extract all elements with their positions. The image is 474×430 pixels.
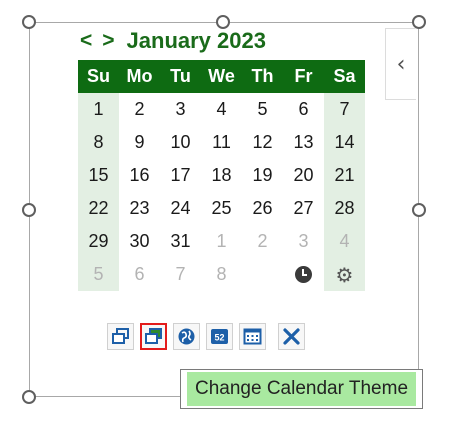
- empty-cell: [242, 258, 283, 291]
- weekday-header: Fr: [283, 60, 324, 93]
- week-number-icon: 52: [211, 329, 228, 344]
- day-cell[interactable]: 2: [119, 93, 160, 126]
- day-cell[interactable]: 27: [283, 192, 324, 225]
- day-cell[interactable]: 17: [160, 159, 201, 192]
- globe-button[interactable]: [173, 323, 200, 350]
- day-cell[interactable]: 26: [242, 192, 283, 225]
- weekday-header: Sa: [324, 60, 365, 93]
- day-cell[interactable]: 29: [78, 225, 119, 258]
- month-year-title: January 2023: [126, 28, 266, 53]
- weekday-header: Th: [242, 60, 283, 93]
- day-cell[interactable]: 13: [283, 126, 324, 159]
- weekday-header: Tu: [160, 60, 201, 93]
- day-cell[interactable]: 31: [160, 225, 201, 258]
- calendar-view-icon: [243, 328, 262, 345]
- clock-button[interactable]: [283, 258, 324, 291]
- change-theme-icon: [145, 328, 162, 344]
- chevron-left-icon: ‹: [396, 51, 406, 77]
- day-cell[interactable]: 18: [201, 159, 242, 192]
- day-cell[interactable]: 7: [324, 93, 365, 126]
- settings-button[interactable]: ⚙: [324, 258, 365, 291]
- day-cell[interactable]: 11: [201, 126, 242, 159]
- day-cell[interactable]: 3: [160, 93, 201, 126]
- day-cell[interactable]: 15: [78, 159, 119, 192]
- day-cell[interactable]: 23: [119, 192, 160, 225]
- resize-handle-middle-left[interactable]: [22, 203, 36, 217]
- day-cell[interactable]: 20: [283, 159, 324, 192]
- day-cell-next-month[interactable]: 2: [242, 225, 283, 258]
- day-cell-next-month[interactable]: 5: [78, 258, 119, 291]
- day-cell[interactable]: 12: [242, 126, 283, 159]
- change-theme-button[interactable]: [140, 323, 167, 350]
- restore-window-icon: [112, 328, 129, 344]
- globe-icon: [178, 328, 195, 345]
- calendar-toolbar: 52: [107, 323, 305, 350]
- day-cell[interactable]: 16: [119, 159, 160, 192]
- day-cell[interactable]: 14: [324, 126, 365, 159]
- resize-handle-middle-right[interactable]: [412, 203, 426, 217]
- calendar-header: < > January 2023: [80, 26, 266, 56]
- tooltip-text: Change Calendar Theme: [187, 372, 417, 406]
- day-cell-next-month[interactable]: 8: [201, 258, 242, 291]
- day-cell[interactable]: 21: [324, 159, 365, 192]
- calendar-grid: Su Mo Tu We Th Fr Sa 1 2 3 4 5 6 7 8 9 1…: [78, 60, 365, 291]
- week-number-button[interactable]: 52: [206, 323, 233, 350]
- restore-window-button[interactable]: [107, 323, 134, 350]
- weekday-header: Mo: [119, 60, 160, 93]
- svg-text:52: 52: [214, 333, 224, 343]
- clock-icon: [295, 266, 312, 283]
- day-cell[interactable]: 6: [283, 93, 324, 126]
- day-cell-next-month[interactable]: 3: [283, 225, 324, 258]
- next-month-button[interactable]: >: [102, 29, 114, 53]
- day-cell[interactable]: 25: [201, 192, 242, 225]
- day-cell[interactable]: 19: [242, 159, 283, 192]
- tooltip: Change Calendar Theme: [180, 369, 424, 409]
- day-cell-next-month[interactable]: 1: [201, 225, 242, 258]
- day-cell-next-month[interactable]: 4: [324, 225, 365, 258]
- day-cell[interactable]: 30: [119, 225, 160, 258]
- day-cell[interactable]: 22: [78, 192, 119, 225]
- gear-icon: ⚙: [335, 262, 354, 287]
- day-cell[interactable]: 10: [160, 126, 201, 159]
- side-collapse-tab[interactable]: ‹: [385, 28, 416, 100]
- close-button[interactable]: [278, 323, 305, 350]
- day-cell[interactable]: 5: [242, 93, 283, 126]
- day-cell[interactable]: 24: [160, 192, 201, 225]
- day-cell[interactable]: 8: [78, 126, 119, 159]
- resize-handle-top-left[interactable]: [22, 15, 36, 29]
- calendar-view-button[interactable]: [239, 323, 266, 350]
- weekday-header: We: [201, 60, 242, 93]
- day-cell[interactable]: 9: [119, 126, 160, 159]
- weekday-header: Su: [78, 60, 119, 93]
- day-cell[interactable]: 28: [324, 192, 365, 225]
- day-cell-next-month[interactable]: 7: [160, 258, 201, 291]
- day-cell[interactable]: 1: [78, 93, 119, 126]
- resize-handle-top-right[interactable]: [412, 15, 426, 29]
- day-cell-next-month[interactable]: 6: [119, 258, 160, 291]
- resize-handle-bottom-left[interactable]: [22, 390, 36, 404]
- close-icon: [283, 328, 300, 345]
- day-cell[interactable]: 4: [201, 93, 242, 126]
- prev-month-button[interactable]: <: [80, 29, 92, 53]
